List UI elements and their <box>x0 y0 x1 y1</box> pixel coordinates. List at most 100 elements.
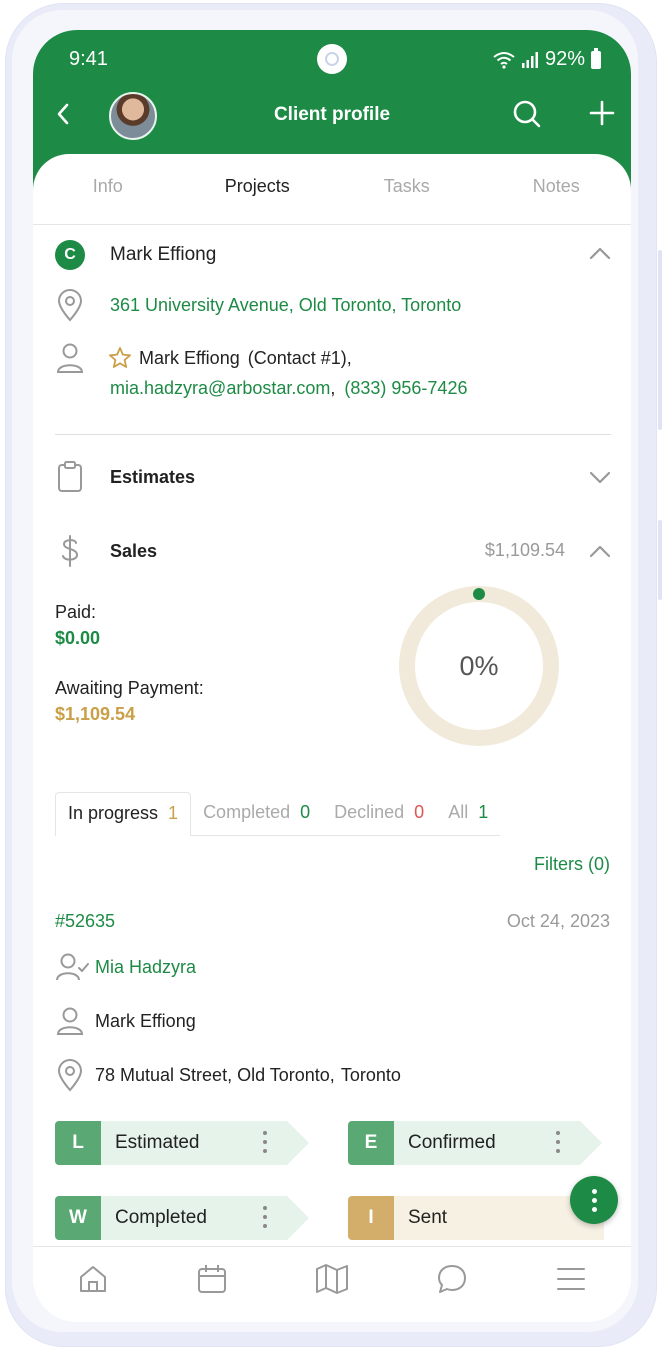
tab-label: All <box>448 802 469 822</box>
tab-completed[interactable]: Completed 0 <box>191 792 323 836</box>
status-icons: 92% <box>493 47 601 71</box>
client-address-link[interactable]: 361 University Avenue, Old Toronto, Toro… <box>110 295 461 316</box>
estimates-label: Estimates <box>110 466 196 487</box>
expand-estimates-button[interactable] <box>589 471 611 490</box>
estimates-section[interactable]: Estimates <box>55 460 195 494</box>
tab-all[interactable]: All 1 <box>436 792 501 836</box>
contact-name: Mark Effiong <box>139 347 240 368</box>
map-icon[interactable] <box>315 1263 349 1295</box>
project-status-tabs: In progress 1 Completed 0 Declined 0 All 1 <box>55 792 501 836</box>
plus-icon <box>589 100 615 126</box>
stage-menu-icon[interactable] <box>263 1206 267 1228</box>
collapse-client-button[interactable] <box>589 246 611 265</box>
project-address-city: Toronto <box>340 1064 401 1085</box>
tab-label: Declined <box>334 802 405 822</box>
clipboard-icon <box>58 461 82 492</box>
tab-projects[interactable]: Projects <box>183 170 333 224</box>
chevron-up-icon <box>589 247 611 260</box>
collapse-sales-button[interactable] <box>589 544 611 563</box>
assignee-link[interactable]: Mia Hadzyra <box>95 957 196 978</box>
contact-details: mia.hadzyra@arbostar.com, (833) 956-7426 <box>110 378 468 399</box>
project-client-row: Mark Effiong <box>55 1006 196 1036</box>
sales-label: Sales <box>110 540 158 561</box>
dollar-icon <box>62 535 79 567</box>
client-address-row: 361 University Avenue, Old Toronto, Toro… <box>55 288 461 322</box>
filters-button[interactable]: Filters (0) <box>534 854 610 875</box>
stage-menu-icon[interactable] <box>556 1131 560 1153</box>
side-button <box>658 250 662 430</box>
person-icon <box>56 343 84 373</box>
client-badge: C <box>55 240 85 270</box>
stage-arrow <box>580 1121 602 1165</box>
menu-icon[interactable] <box>555 1265 587 1293</box>
stage-label: Completed <box>115 1207 207 1228</box>
stage-label: Estimated <box>115 1132 200 1153</box>
stage-label: Confirmed <box>408 1132 496 1153</box>
stage-letter: L <box>55 1121 101 1165</box>
wifi-icon <box>493 51 515 69</box>
project-address-row: 78 Mutual Street, Old Toronto, Toronto <box>55 1058 401 1092</box>
search-icon <box>513 100 541 128</box>
more-actions-fab[interactable] <box>570 1176 618 1224</box>
stage-body: Confirmed <box>394 1121 580 1165</box>
tab-count: 1 <box>478 802 489 822</box>
tabs-divider <box>33 224 631 225</box>
project-id-link[interactable]: #52635 <box>55 911 115 932</box>
paid-label: Paid: <box>55 602 97 622</box>
paid-value: $0.00 <box>55 628 101 648</box>
stage-completed[interactable]: W Completed <box>55 1196 309 1240</box>
tab-in-progress[interactable]: In progress 1 <box>55 792 192 836</box>
profile-tabs: Info Projects Tasks Notes <box>33 170 631 224</box>
chevron-up-icon <box>589 545 611 558</box>
sales-total: $1,109.54 <box>484 540 565 560</box>
stage-letter: E <box>348 1121 394 1165</box>
payment-percent: 0% <box>459 650 499 681</box>
search-button[interactable] <box>511 98 543 135</box>
tab-info[interactable]: Info <box>33 170 183 224</box>
chevron-down-icon <box>589 471 611 484</box>
tab-label: In progress <box>68 803 159 823</box>
add-button[interactable] <box>589 100 615 131</box>
tab-count: 1 <box>168 803 179 823</box>
project-client-name: Mark Effiong <box>95 1010 196 1031</box>
tab-count: 0 <box>300 802 311 822</box>
location-pin-icon <box>57 1059 83 1092</box>
stage-letter: I <box>348 1196 394 1240</box>
tab-tasks[interactable]: Tasks <box>332 170 482 224</box>
location-pin-icon <box>57 289 83 322</box>
calendar-icon[interactable] <box>196 1263 228 1295</box>
tab-declined[interactable]: Declined 0 <box>322 792 437 836</box>
tab-notes[interactable]: Notes <box>482 170 632 224</box>
bottom-nav <box>33 1246 631 1322</box>
project-address-street: 78 Mutual Street, Old Toronto, <box>95 1064 335 1085</box>
stage-letter: W <box>55 1196 101 1240</box>
project-date: Oct 24, 2023 <box>506 911 610 931</box>
star-icon[interactable] <box>108 346 132 370</box>
stage-label: Sent <box>408 1207 448 1228</box>
contact-phone-link[interactable]: (833) 956-7426 <box>344 378 467 399</box>
side-button <box>658 520 662 600</box>
user-check-icon <box>56 953 89 981</box>
project-assignee-row: Mia Hadzyra <box>55 952 196 982</box>
tab-count: 0 <box>414 802 425 822</box>
contact-email-link[interactable]: mia.hadzyra@arbostar.com <box>110 378 330 399</box>
stage-confirmed[interactable]: E Confirmed <box>348 1121 602 1165</box>
stage-body: Completed <box>101 1196 287 1240</box>
client-name: Mark Effiong <box>110 244 217 265</box>
stage-sent[interactable]: I Sent <box>348 1196 604 1240</box>
stage-arrow <box>287 1121 309 1165</box>
stage-estimated[interactable]: L Estimated <box>55 1121 309 1165</box>
status-time: 9:41 <box>69 48 108 70</box>
person-icon <box>56 1007 84 1035</box>
awaiting-value: $1,109.54 <box>55 704 136 724</box>
chat-icon[interactable] <box>436 1263 468 1295</box>
battery-icon <box>591 47 601 69</box>
stage-menu-icon[interactable] <box>263 1131 267 1153</box>
awaiting-label: Awaiting Payment: <box>55 678 204 698</box>
battery-percent: 92% <box>544 48 585 70</box>
tab-label: Completed <box>203 802 291 822</box>
stage-arrow <box>287 1196 309 1240</box>
client-contact-row: Mark Effiong (Contact #1), <box>55 342 352 374</box>
home-icon[interactable] <box>77 1263 109 1295</box>
sales-section[interactable]: Sales <box>55 534 157 568</box>
